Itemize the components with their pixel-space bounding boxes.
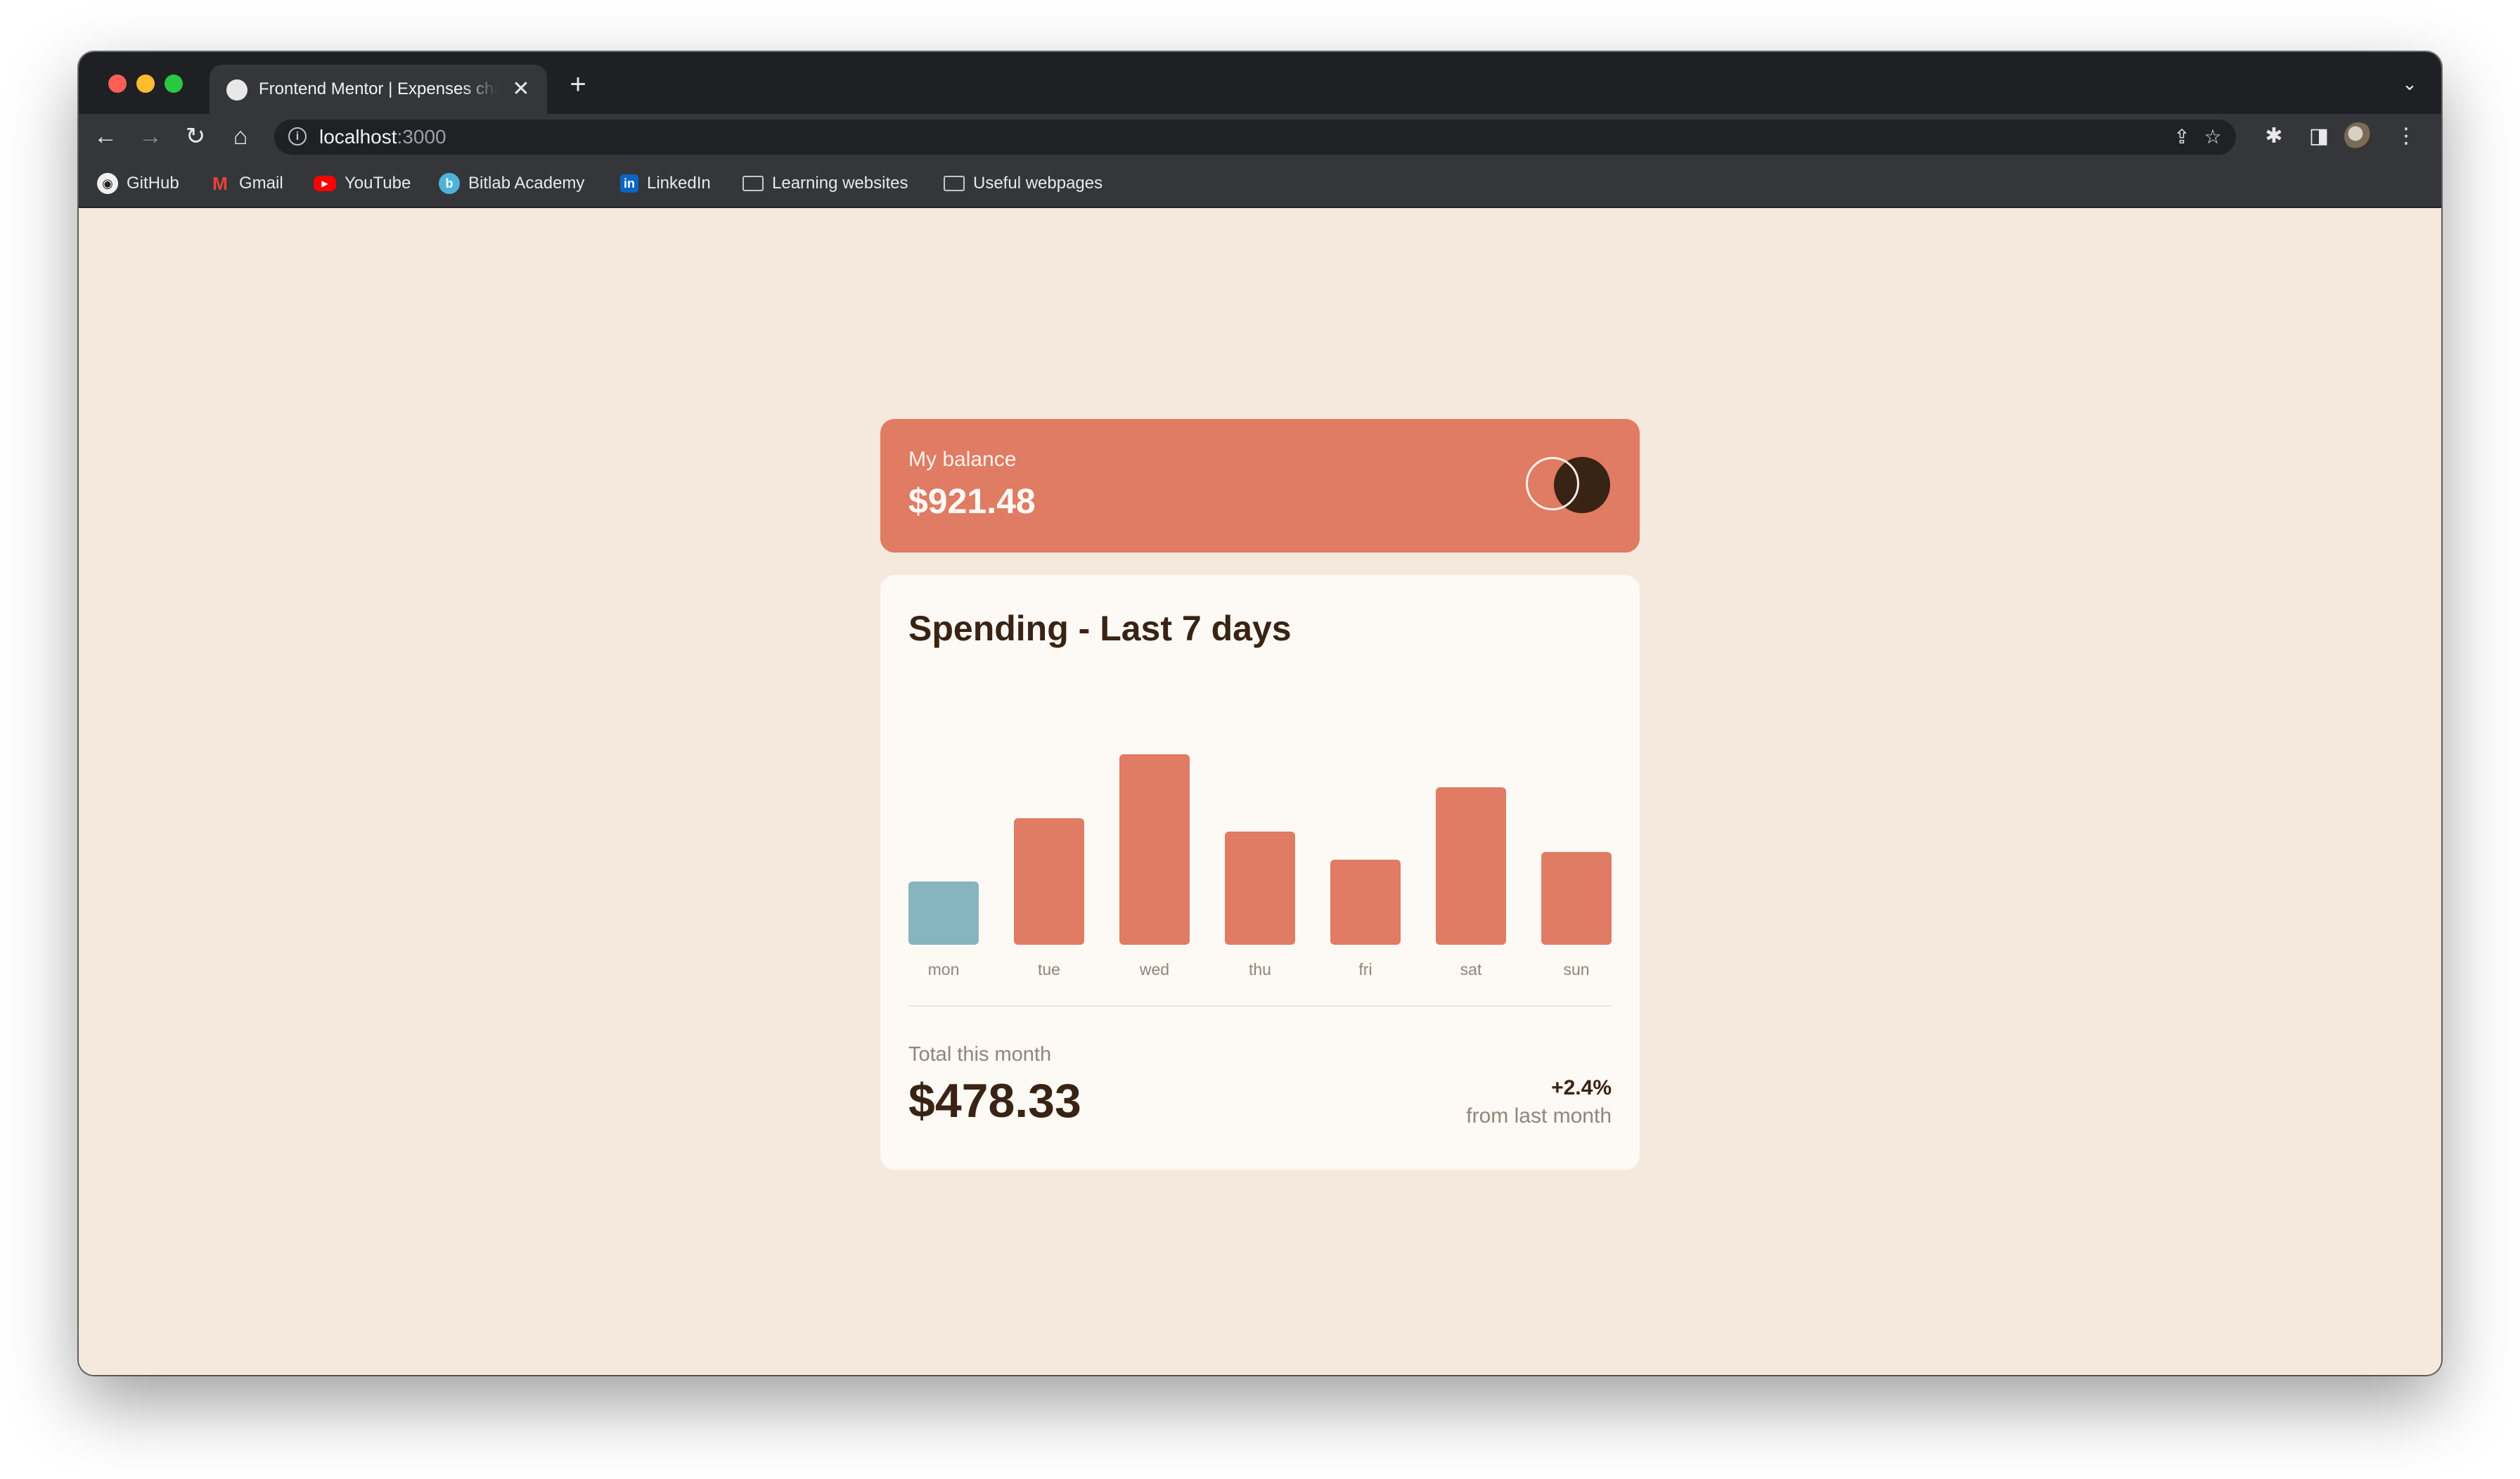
monthly-change-label: from last month — [1466, 1104, 1612, 1128]
logo-outline-circle-icon — [1526, 457, 1579, 510]
bookmark-gmail[interactable]: M Gmail — [210, 172, 283, 195]
bookmark-label: GitHub — [127, 174, 179, 193]
back-icon[interactable]: ← — [91, 122, 120, 150]
balance-label: My balance — [908, 448, 1017, 471]
bookmark-bitlab[interactable]: b Bitlab Academy — [439, 172, 584, 195]
bookmark-youtube[interactable]: ▶ YouTube — [314, 172, 411, 195]
bookmark-label: Learning websites — [772, 174, 908, 193]
chart-bar-mon[interactable] — [908, 881, 979, 945]
total-month-value: $478.33 — [908, 1074, 1081, 1128]
forward-icon[interactable]: → — [136, 122, 165, 150]
chart-bar-fri[interactable] — [1330, 860, 1401, 945]
bitlab-icon: b — [439, 173, 460, 194]
spending-title: Spending - Last 7 days — [908, 609, 1292, 648]
divider — [908, 1005, 1612, 1007]
bookmark-star-icon[interactable]: ☆ — [2201, 125, 2225, 149]
folder-icon — [944, 176, 965, 191]
side-panel-icon[interactable]: ◨ — [2305, 122, 2333, 150]
chart-bar-sat[interactable] — [1436, 787, 1506, 945]
reload-icon[interactable]: ↻ — [181, 122, 210, 150]
monthly-change-value: +2.4% — [1551, 1076, 1612, 1099]
chart-label-fri: fri — [1358, 960, 1372, 979]
chart-bar-wed[interactable] — [1119, 754, 1190, 945]
chart-label-thu: thu — [1249, 960, 1271, 979]
linkedin-icon: in — [620, 174, 638, 193]
chart-bar-sun[interactable] — [1541, 852, 1612, 945]
bookmark-label: YouTube — [345, 174, 411, 193]
gmail-icon: M — [212, 172, 228, 194]
url-port: :3000 — [397, 126, 446, 148]
browser-window: Frontend Mentor | Expenses chart compone… — [79, 52, 2441, 1375]
chart-label-wed: wed — [1139, 960, 1170, 979]
folder-icon — [742, 176, 764, 191]
bookmark-linkedin[interactable]: in LinkedIn — [620, 172, 711, 195]
close-window-button[interactable] — [108, 75, 127, 93]
bookmark-folder-learning[interactable]: Learning websites — [742, 172, 908, 195]
chart-bar-tue[interactable] — [1014, 818, 1084, 945]
chart-label-sun: sun — [1563, 960, 1590, 979]
chart-bar-thu[interactable] — [1225, 832, 1295, 945]
chart-label-tue: tue — [1038, 960, 1060, 979]
url-text: localhost:3000 — [319, 127, 446, 148]
maximize-window-button[interactable] — [165, 75, 183, 93]
url-host: localhost — [319, 126, 397, 148]
share-icon[interactable]: ⇪ — [2170, 125, 2194, 149]
balance-card: My balance $921.48 — [880, 419, 1640, 553]
tab-close-icon[interactable]: ✕ — [510, 79, 532, 100]
extensions-icon[interactable]: ✱ — [2260, 122, 2288, 150]
bookmark-label: LinkedIn — [647, 174, 711, 193]
spending-card: Spending - Last 7 days mon tue wed thu fri sa… — [880, 575, 1640, 1170]
bookmark-label: Bitlab Academy — [468, 174, 585, 193]
new-tab-icon[interactable]: + — [564, 70, 592, 98]
bookmark-folder-useful[interactable]: Useful webpages — [944, 172, 1102, 195]
site-info-icon[interactable]: i — [288, 127, 307, 146]
browser-toolbar: ← → ↻ ⌂ i localhost:3000 ⇪ ☆ ✱ ◨ ⋮ — [79, 114, 2441, 159]
tab-search-icon[interactable]: ⌄ — [2399, 73, 2420, 94]
tab-strip: Frontend Mentor | Expenses chart compone… — [79, 52, 2441, 114]
minimize-window-button[interactable] — [136, 75, 155, 93]
menu-icon[interactable]: ⋮ — [2392, 122, 2420, 150]
bookmarks-bar: ◉ GitHub M Gmail ▶ YouTube b Bitlab Acad… — [79, 159, 2441, 208]
favicon-icon — [226, 79, 248, 101]
home-icon[interactable]: ⌂ — [226, 122, 255, 150]
bookmark-github[interactable]: ◉ GitHub — [97, 172, 179, 195]
page-viewport: My balance $921.48 Spending - Last 7 day… — [79, 208, 2441, 1375]
active-tab[interactable]: Frontend Mentor | Expenses chart compone… — [210, 65, 547, 114]
bookmark-label: Useful webpages — [973, 174, 1103, 193]
bookmark-label: Gmail — [239, 174, 283, 193]
spending-bar-chart: mon tue wed thu fri sat sun — [908, 709, 1612, 1004]
chart-label-mon: mon — [927, 960, 960, 979]
youtube-icon: ▶ — [314, 176, 336, 191]
chart-label-sat: sat — [1460, 960, 1482, 979]
address-bar[interactable]: i localhost:3000 ⇪ ☆ — [274, 120, 2236, 155]
total-month-label: Total this month — [908, 1043, 1052, 1066]
tab-title: Frontend Mentor | Expenses chart compone… — [259, 79, 498, 98]
balance-value: $921.48 — [908, 482, 1036, 521]
profile-avatar[interactable] — [2344, 122, 2372, 150]
github-icon: ◉ — [97, 173, 118, 194]
